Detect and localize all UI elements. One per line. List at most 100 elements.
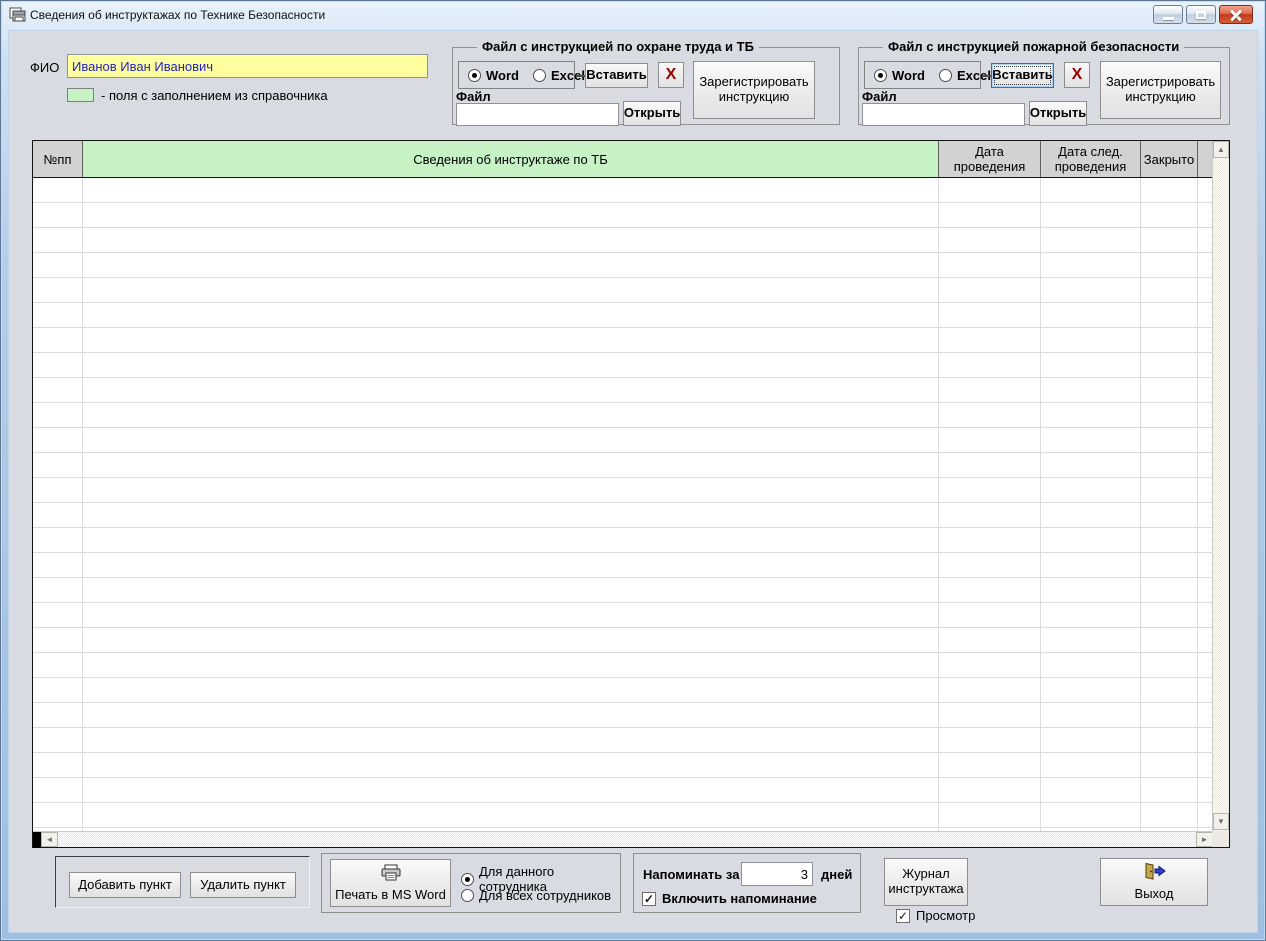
table-row[interactable]: [33, 453, 1213, 478]
fire-group-title: Файл с инструкцией пожарной безопасности: [883, 39, 1184, 54]
radio-dot-icon: [874, 69, 887, 82]
table-row[interactable]: [33, 703, 1213, 728]
labor-instruction-group: Файл с инструкцией по охране труда и ТБ …: [452, 47, 840, 125]
table-row[interactable]: [33, 753, 1213, 778]
red-x-icon: X: [1072, 67, 1083, 83]
table-row[interactable]: [33, 303, 1213, 328]
table-row[interactable]: [33, 403, 1213, 428]
table-main: №пп Сведения об инструктаже по ТБ Дата п…: [33, 141, 1213, 847]
scroll-left-button[interactable]: ◄: [41, 832, 58, 847]
red-x-icon: X: [666, 67, 677, 83]
table-body: [33, 178, 1213, 831]
print-word-button[interactable]: Печать в MS Word: [330, 859, 451, 907]
table-header: №пп Сведения об инструктаже по ТБ Дата п…: [33, 141, 1213, 178]
print-word-label: Печать в MS Word: [335, 888, 446, 903]
table-row[interactable]: [33, 503, 1213, 528]
fire-instruction-group: Файл с инструкцией пожарной безопасности…: [858, 47, 1230, 125]
grid-line: [1140, 178, 1141, 831]
arrow-left-icon: ◄: [46, 835, 54, 844]
fio-label: ФИО: [30, 60, 59, 75]
exit-button[interactable]: Выход: [1100, 858, 1208, 906]
journal-button[interactable]: Журнал инструктажа: [884, 858, 968, 906]
header-briefing-info: Сведения об инструктаже по ТБ: [83, 141, 939, 177]
table-row[interactable]: [33, 278, 1213, 303]
all-employees-radio[interactable]: Для всех сотрудников: [461, 888, 611, 903]
table-row[interactable]: [33, 653, 1213, 678]
labor-open-button[interactable]: Открыть: [623, 101, 681, 126]
table-row[interactable]: [33, 228, 1213, 253]
remind-days-input[interactable]: [741, 862, 813, 886]
days-label: дней: [821, 867, 852, 882]
vertical-scrollbar[interactable]: ▲ ▼: [1212, 141, 1229, 847]
table-row[interactable]: [33, 553, 1213, 578]
table-row[interactable]: [33, 253, 1213, 278]
table-row[interactable]: [33, 628, 1213, 653]
fire-insert-button[interactable]: Вставить: [991, 63, 1054, 88]
enable-reminder-label: Включить напоминание: [662, 891, 817, 906]
table-row[interactable]: [33, 528, 1213, 553]
remind-label: Напоминать за: [643, 867, 739, 882]
arrow-down-icon: ▼: [1217, 817, 1225, 826]
table-row[interactable]: [33, 428, 1213, 453]
maximize-button[interactable]: [1186, 5, 1216, 24]
fire-file-label: Файл: [862, 89, 897, 104]
table-row[interactable]: [33, 353, 1213, 378]
radio-dot-icon: [939, 69, 952, 82]
close-button[interactable]: [1219, 5, 1253, 24]
table-row[interactable]: [33, 478, 1213, 503]
checkbox-icon: ✓: [896, 909, 910, 923]
table-row[interactable]: [33, 603, 1213, 628]
connector-line: [982, 75, 991, 77]
table-row[interactable]: [33, 578, 1213, 603]
fire-word-radio[interactable]: Word: [874, 68, 925, 83]
fio-input[interactable]: [67, 54, 428, 78]
item-buttons-panel: Добавить пункт Удалить пункт: [55, 856, 310, 908]
enable-reminder-checkbox[interactable]: ✓ Включить напоминание: [642, 891, 817, 906]
labor-file-input[interactable]: [456, 103, 619, 126]
title-bar: Сведения об инструктажах по Технике Безо…: [0, 0, 1266, 30]
labor-group-title: Файл с инструкцией по охране труда и ТБ: [477, 39, 759, 54]
maximize-icon: [1196, 11, 1206, 19]
table-row[interactable]: [33, 803, 1213, 828]
table-row[interactable]: [33, 328, 1213, 353]
labor-word-radio[interactable]: Word: [468, 68, 519, 83]
header-num: №пп: [33, 141, 83, 177]
preview-checkbox[interactable]: ✓ Просмотр: [896, 908, 975, 923]
grid-line: [82, 178, 83, 831]
table-row[interactable]: [33, 178, 1213, 203]
add-item-button[interactable]: Добавить пункт: [69, 872, 181, 898]
scroll-up-button[interactable]: ▲: [1213, 141, 1229, 158]
fire-format-frame: Word Excel: [864, 61, 981, 89]
table-row[interactable]: [33, 378, 1213, 403]
grid-line: [1040, 178, 1041, 831]
fire-file-input[interactable]: [862, 103, 1025, 126]
radio-dot-icon: [468, 69, 481, 82]
table-row[interactable]: [33, 678, 1213, 703]
labor-word-radio-label: Word: [486, 68, 519, 83]
window-title: Сведения об инструктажах по Технике Безо…: [30, 8, 325, 22]
minimize-button[interactable]: [1153, 5, 1183, 24]
table-row[interactable]: [33, 203, 1213, 228]
fire-register-button[interactable]: Зарегистрировать инструкцию: [1100, 61, 1221, 119]
delete-item-button[interactable]: Удалить пункт: [190, 872, 296, 898]
labor-clear-file-button[interactable]: X: [658, 62, 684, 88]
scroll-down-button[interactable]: ▼: [1213, 813, 1229, 830]
labor-register-button[interactable]: Зарегистрировать инструкцию: [693, 61, 815, 119]
scrollbar-corner-block: [33, 832, 41, 848]
arrow-right-icon: ►: [1201, 835, 1209, 844]
fire-open-button[interactable]: Открыть: [1029, 101, 1087, 126]
labor-insert-button[interactable]: Вставить: [585, 63, 648, 88]
arrow-up-icon: ▲: [1217, 145, 1225, 154]
radio-dot-icon: [533, 69, 546, 82]
table-row[interactable]: [33, 728, 1213, 753]
checkbox-icon: ✓: [642, 892, 656, 906]
print-group: Печать в MS Word Для данного сотрудника …: [321, 853, 621, 913]
window: Сведения об инструктажах по Технике Безо…: [0, 0, 1266, 941]
table-row[interactable]: [33, 778, 1213, 803]
all-employees-label: Для всех сотрудников: [479, 888, 611, 903]
fire-clear-file-button[interactable]: X: [1064, 62, 1090, 88]
horizontal-scrollbar[interactable]: ◄ ►: [33, 831, 1213, 847]
reminder-group: Напоминать за дней ✓ Включить напоминани…: [633, 853, 861, 913]
header-next-date: Дата след. проведения: [1041, 141, 1141, 177]
scroll-right-button[interactable]: ►: [1196, 832, 1213, 847]
